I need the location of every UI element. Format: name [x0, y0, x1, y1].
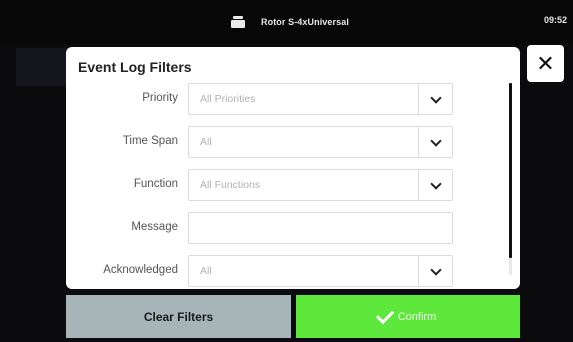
- chevron-down-icon[interactable]: [430, 264, 442, 276]
- confirm-label: Confirm: [397, 310, 437, 323]
- status-bar: Rotor S-4xUniversal 09:52: [0, 0, 573, 44]
- confirm-button[interactable]: Confirm: [296, 295, 520, 338]
- priority-row: Priority All Priorities: [66, 83, 520, 117]
- time-span-select[interactable]: All: [188, 126, 453, 158]
- message-label: Message: [131, 221, 178, 233]
- clear-filters-button[interactable]: Clear Filters: [66, 295, 291, 338]
- function-row: Function All Functions: [66, 169, 520, 203]
- time-span-label: Time Span: [122, 135, 178, 147]
- dialog-title: Event Log Filters: [78, 59, 192, 75]
- function-label: Function: [133, 178, 178, 190]
- message-row: Message: [66, 212, 520, 246]
- message-input[interactable]: [188, 212, 453, 244]
- status-center: Rotor S-4xUniversal: [231, 15, 349, 29]
- filter-form[interactable]: Priority All Priorities Time Span All Fu…: [66, 83, 520, 289]
- function-select[interactable]: All Functions: [188, 169, 453, 201]
- check-icon: [375, 305, 394, 324]
- acknowledged-row: Acknowledged All: [66, 255, 520, 289]
- acknowledged-label: Acknowledged: [103, 264, 178, 276]
- chevron-down-icon[interactable]: [430, 92, 442, 104]
- time-span-row: Time Span All: [66, 126, 520, 160]
- chevron-down-icon[interactable]: [430, 135, 442, 147]
- function-value: All Functions: [200, 179, 261, 191]
- chevron-down-icon[interactable]: [430, 178, 442, 190]
- clear-filters-label: Clear Filters: [143, 309, 214, 324]
- priority-label: Priority: [142, 92, 178, 104]
- acknowledged-select[interactable]: All: [188, 255, 453, 287]
- priority-value: All Priorities: [200, 93, 256, 105]
- device-icon: [231, 16, 245, 28]
- device-name: Rotor S-4xUniversal: [261, 17, 349, 27]
- background-panel: [16, 48, 66, 86]
- acknowledged-value: All: [200, 265, 212, 277]
- close-button[interactable]: ✕: [527, 45, 564, 82]
- time-span-value: All: [200, 136, 212, 148]
- scrollbar-thumb[interactable]: [509, 83, 512, 258]
- priority-select[interactable]: All Priorities: [188, 83, 453, 115]
- clock: 09:52: [543, 15, 567, 25]
- filter-dialog: Event Log Filters Priority All Prioritie…: [66, 47, 520, 289]
- close-icon: ✕: [536, 50, 555, 76]
